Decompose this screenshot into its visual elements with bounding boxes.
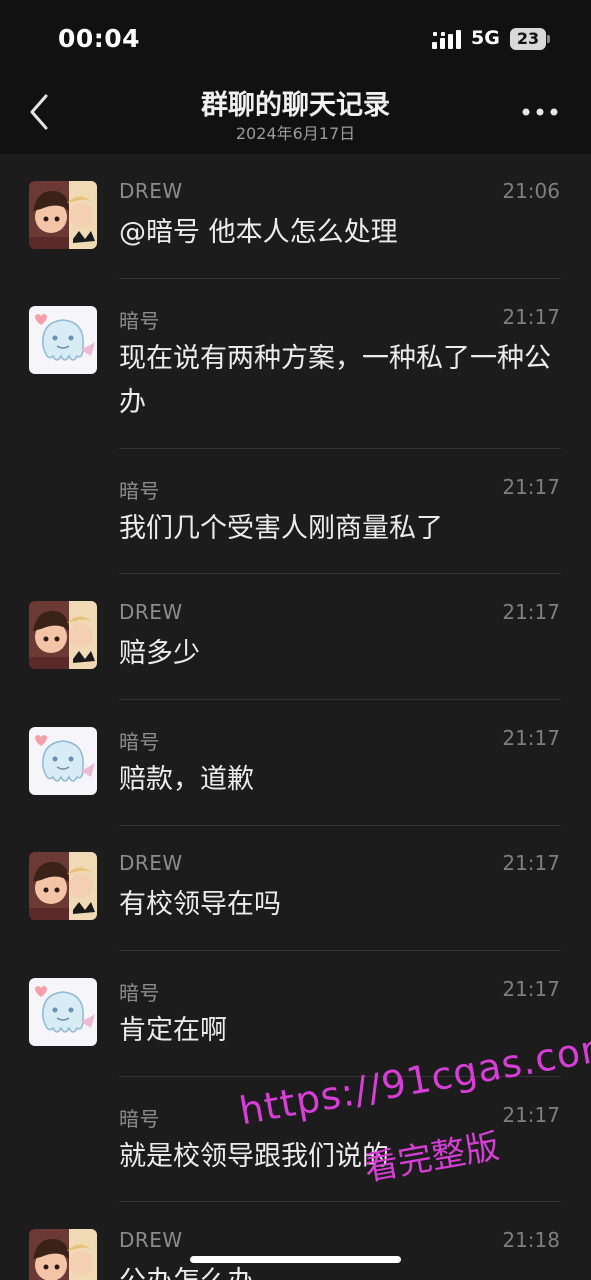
message-divider bbox=[119, 1201, 561, 1202]
ghost-avatar[interactable] bbox=[29, 727, 97, 795]
message-time: 21:17 bbox=[502, 1103, 560, 1127]
battery-level: 23 bbox=[516, 29, 540, 48]
boy-avatar[interactable] bbox=[29, 852, 97, 920]
signal-bars-icon bbox=[432, 30, 461, 49]
message-text: 现在说有两种方案，一种私了一种公办 bbox=[119, 343, 551, 418]
message-sender: 暗号 bbox=[119, 479, 160, 503]
message-sender: DREW bbox=[119, 600, 183, 624]
message-divider bbox=[119, 699, 561, 700]
status-bar: 00:04 5G 23 bbox=[0, 0, 591, 76]
message-sender: DREW bbox=[119, 1228, 183, 1252]
message-text: 公办怎么办 bbox=[119, 1260, 559, 1280]
message-sender: 暗号 bbox=[119, 730, 160, 754]
chat-history-list[interactable]: DREW 21:06 @暗号 他本人怎么处理 暗号 21:17 现在说有两种方案… bbox=[0, 154, 591, 1280]
message-time: 21:17 bbox=[502, 475, 560, 499]
message-text: 肯定在啊 bbox=[119, 1015, 227, 1046]
message-text: 有校领导在吗 bbox=[119, 889, 281, 920]
message-sender: 暗号 bbox=[119, 309, 160, 333]
battery-icon: 23 bbox=[510, 28, 546, 50]
nav-bar: 群聊的聊天记录 2024年6月17日 bbox=[0, 76, 591, 154]
message-time: 21:17 bbox=[502, 977, 560, 1001]
ghost-avatar[interactable] bbox=[29, 306, 97, 374]
message-sender: DREW bbox=[119, 179, 183, 203]
boy-avatar[interactable] bbox=[29, 601, 97, 669]
network-label: 5G bbox=[471, 27, 500, 49]
message-time: 21:17 bbox=[502, 851, 560, 875]
page-title: 群聊的聊天记录 bbox=[201, 90, 390, 121]
message-text: 我们几个受害人刚商量私了 bbox=[119, 513, 443, 544]
message-text: @暗号 他本人怎么处理 bbox=[119, 217, 398, 248]
message-time: 21:17 bbox=[502, 726, 560, 750]
ghost-avatar[interactable] bbox=[29, 978, 97, 1046]
message-time: 21:17 bbox=[502, 305, 560, 329]
status-time: 00:04 bbox=[58, 24, 141, 53]
message-sender: 暗号 bbox=[119, 1107, 160, 1131]
home-indicator[interactable] bbox=[190, 1256, 401, 1263]
message-text: 赔款，道歉 bbox=[119, 764, 254, 795]
message-sender: DREW bbox=[119, 851, 183, 875]
page-subtitle: 2024年6月17日 bbox=[235, 124, 356, 143]
message-text: 赔多少 bbox=[119, 638, 200, 669]
message-time: 21:18 bbox=[502, 1228, 560, 1252]
message-divider bbox=[119, 1076, 561, 1077]
message-text: 就是校领导跟我们说的 bbox=[119, 1141, 389, 1172]
message-time: 21:06 bbox=[502, 179, 560, 203]
message-divider bbox=[119, 448, 561, 449]
boy-avatar[interactable] bbox=[29, 1229, 97, 1280]
message-divider bbox=[119, 825, 561, 826]
message-divider bbox=[119, 950, 561, 951]
more-dots-icon[interactable] bbox=[520, 102, 560, 122]
message-divider bbox=[119, 573, 561, 574]
message-divider bbox=[119, 278, 561, 279]
message-time: 21:17 bbox=[502, 600, 560, 624]
battery-tip bbox=[547, 35, 550, 43]
message-sender: 暗号 bbox=[119, 981, 160, 1005]
boy-avatar[interactable] bbox=[29, 181, 97, 249]
